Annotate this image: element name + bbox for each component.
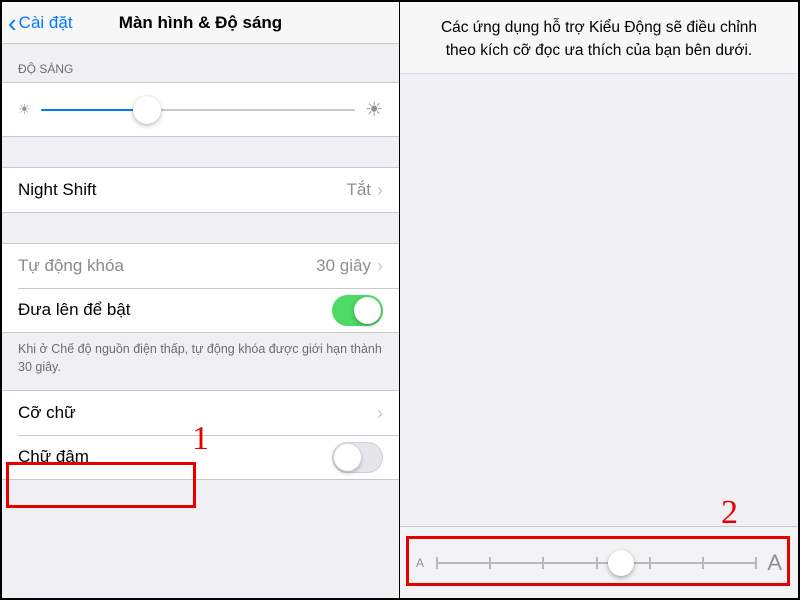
toggle-knob <box>334 444 361 471</box>
raise-to-wake-toggle[interactable] <box>332 295 383 326</box>
raise-to-wake-label: Đưa lên để bật <box>18 300 131 320</box>
slider-tick <box>542 557 544 569</box>
toggle-knob <box>354 297 381 324</box>
night-shift-value: Tắt <box>346 180 371 200</box>
nav-header: ‹ Cài đặt Màn hình & Độ sáng <box>2 2 399 44</box>
chevron-right-icon: › <box>377 403 383 424</box>
slider-tick <box>436 557 438 569</box>
auto-lock-label: Tự động khóa <box>18 256 124 276</box>
text-size-slider-bar: A A <box>400 526 798 598</box>
sun-small-icon: ☀︎ <box>18 101 31 118</box>
night-shift-label: Night Shift <box>18 180 96 200</box>
text-size-label: Cỡ chữ <box>18 403 75 423</box>
brightness-section-label: ĐỘ SÁNG <box>2 44 399 82</box>
brightness-slider[interactable] <box>41 109 356 111</box>
slider-tick <box>489 557 491 569</box>
back-button[interactable]: ‹ Cài đặt <box>2 10 73 36</box>
bold-text-label: Chữ đậm <box>18 447 89 467</box>
letter-large-icon: A <box>767 550 782 576</box>
brightness-thumb[interactable] <box>133 96 161 124</box>
brightness-group: ☀︎ ☀︎ <box>2 82 399 137</box>
text-size-body <box>400 74 798 550</box>
sun-large-icon: ☀︎ <box>365 97 383 122</box>
slider-tick <box>596 557 598 569</box>
brightness-slider-row: ☀︎ ☀︎ <box>2 83 399 136</box>
text-group: Cỡ chữ › Chữ đậm <box>2 390 399 480</box>
slider-tick <box>702 557 704 569</box>
auto-lock-group: Tự động khóa 30 giây › Đưa lên để bật <box>2 243 399 333</box>
chevron-right-icon: › <box>377 256 383 277</box>
brightness-fill <box>41 109 148 111</box>
settings-display-brightness-panel: ‹ Cài đặt Màn hình & Độ sáng ĐỘ SÁNG ☀︎ … <box>2 2 400 598</box>
auto-lock-row[interactable]: Tự động khóa 30 giây › <box>2 244 399 288</box>
text-size-thumb[interactable] <box>608 550 634 576</box>
chevron-right-icon: › <box>377 180 383 201</box>
slider-tick <box>755 557 757 569</box>
slider-tick <box>649 557 651 569</box>
chevron-left-icon: ‹ <box>8 10 17 36</box>
text-size-slider[interactable] <box>436 562 755 564</box>
bold-text-toggle[interactable] <box>332 442 383 473</box>
text-size-panel: Các ứng dụng hỗ trợ Kiểu Động sẽ điều ch… <box>400 2 798 598</box>
letter-small-icon: A <box>416 556 424 570</box>
night-shift-group: Night Shift Tắt › <box>2 167 399 213</box>
night-shift-row[interactable]: Night Shift Tắt › <box>2 168 399 212</box>
back-label: Cài đặt <box>19 13 73 33</box>
low-power-note: Khi ở Chế độ nguồn điện thấp, tự động kh… <box>2 333 399 390</box>
text-size-row[interactable]: Cỡ chữ › <box>2 391 399 435</box>
dynamic-type-description: Các ứng dụng hỗ trợ Kiểu Động sẽ điều ch… <box>400 2 798 74</box>
auto-lock-value: 30 giây <box>316 256 371 276</box>
bold-text-row: Chữ đậm <box>2 435 399 479</box>
raise-to-wake-row: Đưa lên để bật <box>2 288 399 332</box>
